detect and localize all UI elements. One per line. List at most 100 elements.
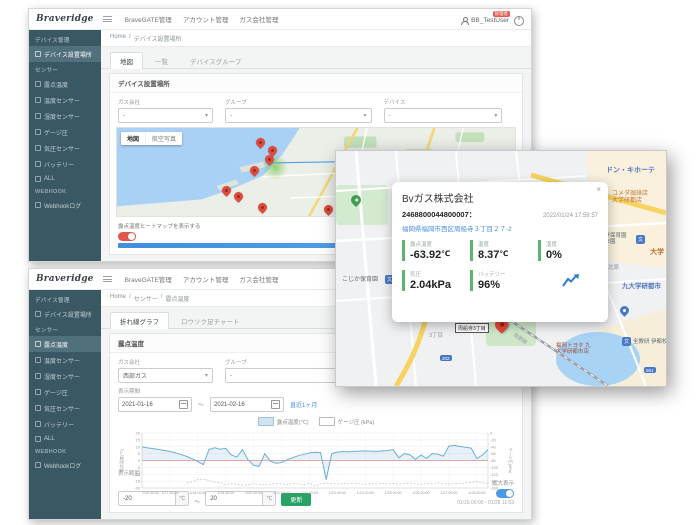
breadcrumb-current: 露点温度 <box>165 294 189 303</box>
map-type-map-button[interactable]: 地図 <box>121 132 145 145</box>
metric-dewpoint: 露点温度 -63.92℃ <box>402 240 462 261</box>
item-icon <box>35 405 41 411</box>
user-icon <box>460 17 468 25</box>
sidebar: デバイス管理 デバイス設置場所 センサー 露点温度 温度センサー 湿度センサー … <box>29 290 101 519</box>
map-label-donki: ドン・キホーテ <box>606 167 655 175</box>
panel-title: デバイス設置場所 <box>110 74 522 93</box>
sidebar-item-webhook-log[interactable]: Webhookログ <box>29 197 101 213</box>
hamburger-menu-icon[interactable] <box>103 16 112 22</box>
map-type-satellite-button[interactable]: 航空写真 <box>145 132 182 145</box>
sidebar-item-gauge[interactable]: ゲージ圧 <box>29 384 101 400</box>
breadcrumb-home[interactable]: Home <box>110 294 126 303</box>
group-label: グループ <box>225 98 372 106</box>
item-icon <box>35 462 41 468</box>
sidebar-item-pressure[interactable]: 気圧センサー <box>29 140 101 156</box>
chevron-down-icon: ▾ <box>494 113 497 119</box>
nav-gas-company[interactable]: ガス会社管理 <box>239 14 278 24</box>
window-device-detail-map[interactable]: ドン・キホーテ コメダ珈琲店大学研都店 のびのび保育園学研都市園 文 大学 北原… <box>335 150 667 387</box>
company-name: Bvガス株式会社 <box>402 190 598 205</box>
sidebar-item-humidity[interactable]: 湿度センサー <box>29 368 101 384</box>
item-icon <box>35 436 41 442</box>
close-icon[interactable]: × <box>596 185 601 194</box>
recent-month-link[interactable]: 直近1ヶ月 <box>290 400 317 409</box>
sidebar-item-battery[interactable]: バッテリー <box>29 416 101 432</box>
sidebar-item-battery[interactable]: バッテリー <box>29 156 101 172</box>
chevron-down-icon: ▾ <box>205 113 208 119</box>
hamburger-menu-icon[interactable] <box>103 276 112 282</box>
item-icon <box>35 81 41 87</box>
tab-candlestick[interactable]: ロウソク足チャート <box>171 312 249 329</box>
sidebar-item-dewpoint[interactable]: 露点温度 <box>29 336 101 352</box>
group-select[interactable]: -▾ <box>225 108 372 123</box>
svg-text:-120: -120 <box>490 472 499 477</box>
sidebar-item-all[interactable]: ALL <box>29 172 101 185</box>
logout-icon[interactable] <box>514 16 524 26</box>
device-select[interactable]: -▾ <box>384 108 503 123</box>
line-chart[interactable]: 20015-2010-405-600-80-5-100-10-120-15-14… <box>116 428 516 500</box>
sidebar-item-humidity[interactable]: 湿度センサー <box>29 108 101 124</box>
address-link[interactable]: 福岡県福岡市西区周船寺３丁目２７-2 <box>402 223 598 233</box>
sidebar-item-device-location[interactable]: デバイス設置場所 <box>29 46 101 62</box>
heatmap-toggle[interactable] <box>118 232 136 241</box>
device-label: デバイス <box>384 98 503 106</box>
item-icon <box>35 97 41 103</box>
svg-text:-20: -20 <box>490 437 497 442</box>
tab-list[interactable]: 一覧 <box>145 52 178 69</box>
tab-device-group[interactable]: デバイスグループ <box>180 52 251 69</box>
tab-map[interactable]: 地図 <box>110 52 143 69</box>
period-row: 2021-01-16 ～ 2021-02-16 直近1ヶ月 <box>110 397 522 415</box>
sidebar-item-device-location[interactable]: デバイス設置場所 <box>29 306 101 322</box>
svg-text:露点温度(℃): 露点温度(℃) <box>118 448 124 472</box>
item-icon <box>35 421 41 427</box>
user-name: BB_TestUser <box>471 17 509 24</box>
period-to-input[interactable]: 2021-02-16 <box>210 397 284 412</box>
period-label: 表示期間 <box>118 387 514 395</box>
breadcrumb-sensor[interactable]: センサー <box>134 294 158 303</box>
tab-bar: 地図 一覧 デバイスグループ <box>101 47 531 69</box>
sidebar-item-gauge[interactable]: ゲージ圧 <box>29 124 101 140</box>
zoom-toggle[interactable] <box>496 489 514 498</box>
nav-bravegate[interactable]: BraveGATE管理 <box>125 274 172 284</box>
legend-swatch-dewpoint <box>258 417 274 426</box>
metric-temperature: 温度 8.37℃ <box>470 240 530 261</box>
nav-account[interactable]: アカウント管理 <box>183 274 229 284</box>
marker-address-label: 周船寺3丁目 <box>455 323 489 333</box>
gas-company-select[interactable]: -▾ <box>118 108 213 123</box>
user-area[interactable]: 管理者 BB_TestUser <box>460 13 524 26</box>
chart-legend: 露点温度(℃) ゲージ圧 (kPa) <box>116 415 516 428</box>
sidebar-item-pressure[interactable]: 気圧センサー <box>29 400 101 416</box>
svg-text:1/22 00:00: 1/22 00:00 <box>301 491 318 495</box>
sidebar-item-temperature[interactable]: 温度センサー <box>29 92 101 108</box>
map-label-university: 大学 <box>650 249 664 257</box>
map-label-toyota: 福岡トヨタ 九大学研都市店 <box>556 343 591 356</box>
svg-text:1/24 00:00: 1/24 00:00 <box>357 491 374 495</box>
item-icon <box>35 161 41 167</box>
map-label-3chome: 3丁目 <box>429 333 443 339</box>
breadcrumb-home[interactable]: Home <box>110 34 126 43</box>
sidebar-item-dewpoint[interactable]: 露点温度 <box>29 76 101 92</box>
svg-text:-100: -100 <box>490 465 499 470</box>
metric-battery: バッテリー 96% <box>470 270 530 291</box>
svg-text:1/21 00:00: 1/21 00:00 <box>273 491 290 495</box>
open-chart-button[interactable] <box>538 270 598 291</box>
nav-bravegate[interactable]: BraveGATE管理 <box>125 14 172 24</box>
tab-line-graph[interactable]: 折れ線グラフ <box>110 312 169 329</box>
gas-company-label: ガス会社 <box>118 358 213 366</box>
item-icon <box>35 311 41 317</box>
calendar-icon <box>271 400 280 409</box>
gas-company-select[interactable]: 西部ガス▾ <box>118 368 213 383</box>
sidebar-item-webhook-log[interactable]: Webhookログ <box>29 457 101 473</box>
nav-account[interactable]: アカウント管理 <box>183 14 229 24</box>
breadcrumb-current: デバイス設置場所 <box>134 34 182 43</box>
metric-humidity: 湿度 0% <box>538 240 598 261</box>
svg-text:5: 5 <box>138 451 141 456</box>
metric-grid: 露点温度 -63.92℃ 温度 8.37℃ 湿度 0% 気圧 2.04kPa バ… <box>402 240 598 291</box>
sidebar-item-all[interactable]: ALL <box>29 432 101 445</box>
sidebar-item-temperature[interactable]: 温度センサー <box>29 352 101 368</box>
svg-text:1/27 00:00: 1/27 00:00 <box>440 491 457 495</box>
svg-text:ゲージ圧(kPa): ゲージ圧(kPa) <box>508 448 514 474</box>
period-from-input[interactable]: 2021-01-16 <box>118 397 192 412</box>
nav-gas-company[interactable]: ガス会社管理 <box>239 274 278 284</box>
item-icon <box>35 113 41 119</box>
svg-text:1/18 00:00: 1/18 00:00 <box>189 491 206 495</box>
